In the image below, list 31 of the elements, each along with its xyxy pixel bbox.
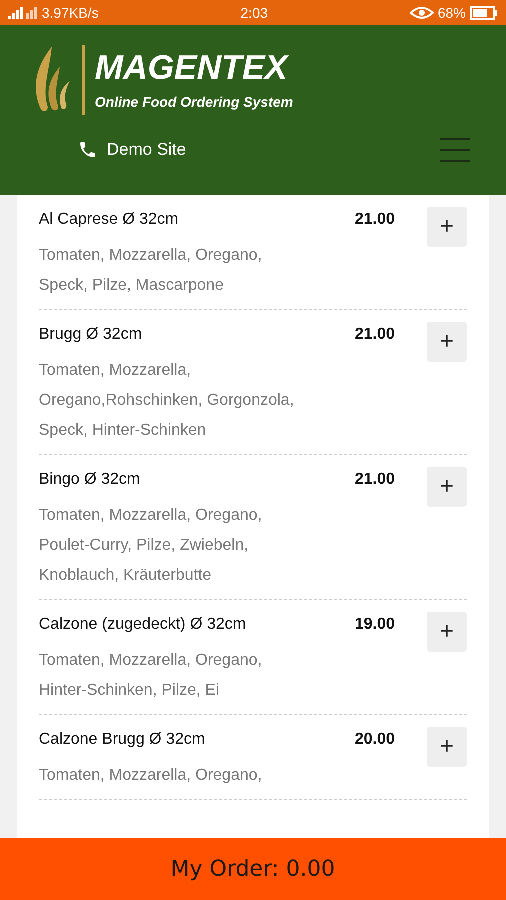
item-name: Bingo Ø 32cm <box>39 470 142 490</box>
item-name: Calzone Brugg Ø 32cm <box>39 730 206 750</box>
item-description: Tomaten, Mozzarella, Oregano, Hinter-Schinken, Pilze, Ei <box>39 651 264 701</box>
item-description: Tomaten, Mozzarella, Oregano,Rohschinken, Gorgonzola, Speck, Hinter-Schinken <box>39 361 296 441</box>
item-price: 20.00 <box>355 730 396 750</box>
add-button[interactable]: + <box>427 207 467 247</box>
add-button[interactable]: + <box>427 467 467 507</box>
item-name: Brugg Ø 32cm <box>39 325 144 345</box>
item-price: 21.00 <box>355 325 396 345</box>
add-button[interactable]: + <box>427 322 467 362</box>
item-price: 21.00 <box>355 210 396 230</box>
my-order-button[interactable]: My Order: 0.00 <box>0 838 506 900</box>
add-button[interactable]: + <box>427 727 467 767</box>
item-price: 21.00 <box>355 470 396 490</box>
add-button[interactable]: + <box>427 612 467 652</box>
battery-level: 68% <box>438 4 466 20</box>
item-name: Al Caprese Ø 32cm <box>39 210 180 230</box>
item-description: Tomaten, Mozzarella, Oregano, Speck, Pilze, Mascarpone <box>39 246 264 296</box>
brand-name: MAGENTEX <box>95 50 290 86</box>
item-price: 19.00 <box>355 615 396 635</box>
item-description: Tomaten, Mozzarella, Oregano, Poulet-Curry, Pilze, Zwiebeln, Knoblauch, Kräuterbutte <box>39 506 264 586</box>
item-description: Tomaten, Mozzarella, Oregano, <box>39 766 264 786</box>
signal-icon <box>8 6 38 18</box>
item-name: Calzone (zugedeckt) Ø 32cm <box>39 615 248 635</box>
brand-tagline: Online Food Ordering System <box>95 94 294 110</box>
eye-icon <box>410 6 434 20</box>
battery-icon <box>470 6 498 20</box>
clock: 2:03 <box>240 4 268 20</box>
phone-icon <box>78 140 98 160</box>
network-speed: 3.97KB/s <box>42 4 99 20</box>
contact-link[interactable]: Demo Site <box>78 140 186 160</box>
